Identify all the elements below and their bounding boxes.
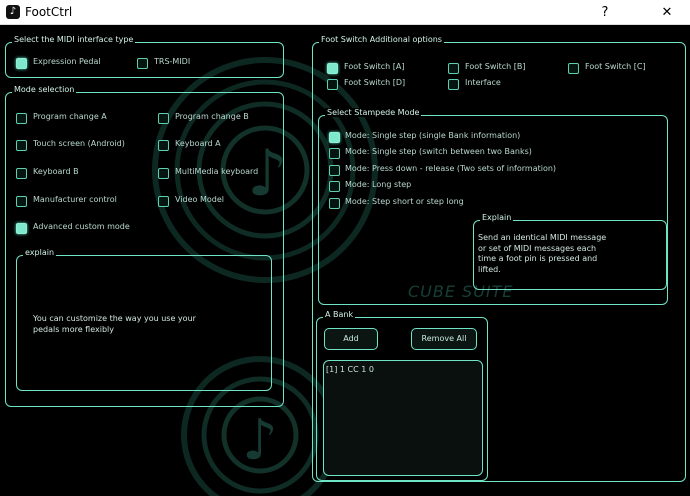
main-panel: ♪ ♪ CUBE SUITE Select the MIDI interface… [0, 25, 690, 496]
checkbox-icon[interactable] [329, 148, 340, 159]
checkbox-icon[interactable] [16, 58, 27, 69]
checkbox-icon[interactable] [448, 63, 459, 74]
checkbox-icon[interactable] [329, 132, 340, 143]
checkbox-icon[interactable] [137, 58, 148, 69]
mode-explain-box: explain You can customize the way you us… [16, 248, 272, 391]
checkbox-icon[interactable] [158, 140, 169, 151]
checkbox-icon[interactable] [448, 79, 459, 90]
list-item[interactable]: [1] 1 CC 1 0 [326, 365, 374, 374]
bank-title: A Bank [323, 310, 356, 319]
help-button[interactable]: ? [585, 0, 625, 25]
stampede-explain-text: Send an identical MIDI message or set of… [478, 233, 607, 274]
foot-switch-group: Foot Switch Additional options Foot Swit… [312, 35, 686, 482]
checkbox-icon[interactable] [16, 113, 27, 124]
checkbox-icon[interactable] [16, 223, 27, 234]
mode-explain-text: You can customize the way you use your p… [33, 314, 196, 334]
stampede-explain-box: Explain Send an identical MIDI message o… [473, 213, 667, 290]
checkbox-icon[interactable] [329, 165, 340, 176]
title-bar: ♪ FootCtrl ? ✕ [0, 0, 690, 25]
checkbox-icon[interactable] [329, 198, 340, 209]
checkbox-icon[interactable] [16, 140, 27, 151]
midi-interface-group: Select the MIDI interface type Expressio… [5, 35, 284, 78]
checkbox-icon[interactable] [16, 196, 27, 207]
mode-explain-title: explain [23, 248, 57, 257]
mode-selection-title: Mode selection [12, 85, 77, 94]
checkbox-icon[interactable] [16, 168, 27, 179]
bank-group: A Bank Add Remove All [1] 1 CC 1 0 [316, 310, 488, 481]
checkbox-icon[interactable] [568, 63, 579, 74]
checkbox-icon[interactable] [158, 168, 169, 179]
close-button[interactable]: ✕ [647, 0, 687, 25]
remove-all-button[interactable]: Remove All [411, 328, 477, 350]
music-note-app-icon: ♪ [6, 5, 20, 19]
svg-text:♪: ♪ [242, 408, 278, 473]
checkbox-icon[interactable] [158, 113, 169, 124]
checkbox-icon[interactable] [158, 196, 169, 207]
foot-switch-title: Foot Switch Additional options [319, 35, 444, 44]
midi-interface-title: Select the MIDI interface type [12, 35, 136, 44]
checkbox-icon[interactable] [327, 63, 338, 74]
window-title: FootCtrl [25, 5, 73, 19]
add-button[interactable]: Add [324, 328, 378, 350]
stampede-mode-group: Select Stampede Mode Mode: Single step (… [318, 108, 668, 305]
stampede-explain-title: Explain [480, 213, 514, 222]
stampede-mode-title: Select Stampede Mode [325, 108, 422, 117]
bank-list[interactable]: [1] 1 CC 1 0 [323, 360, 483, 476]
mode-selection-group: Mode selection Program change A Program … [5, 85, 284, 407]
checkbox-icon[interactable] [329, 181, 340, 192]
checkbox-icon[interactable] [327, 79, 338, 90]
